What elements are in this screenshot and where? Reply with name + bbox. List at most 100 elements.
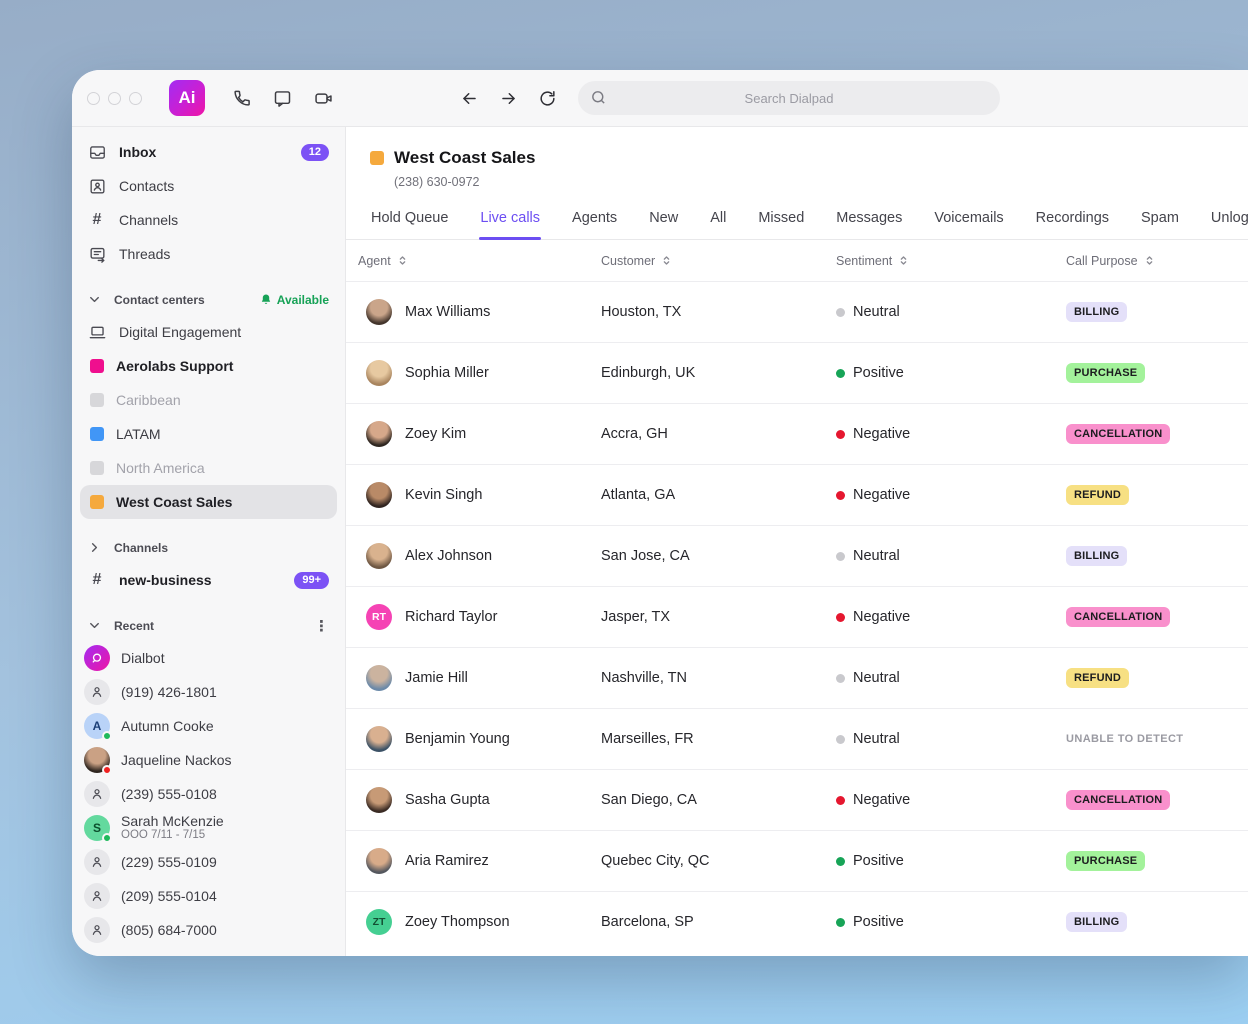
sidebar-item-channels[interactable]: # Channels <box>72 203 345 237</box>
sentiment-label: Negative <box>853 609 911 625</box>
color-square <box>90 393 104 407</box>
tab-all[interactable]: All <box>709 204 727 239</box>
global-search[interactable] <box>578 81 1000 115</box>
tab-live-calls[interactable]: Live calls <box>479 204 541 240</box>
sidebar-item-channel-new-business[interactable]: # new-business 99+ <box>72 563 345 597</box>
sort-icon[interactable] <box>897 254 910 267</box>
window-control-minimize[interactable] <box>108 91 121 105</box>
tab-voicemails[interactable]: Voicemails <box>933 204 1004 239</box>
agent-avatar <box>366 787 392 813</box>
recent-list-item[interactable]: A Autumn Cooke <box>72 709 345 743</box>
agent-name: Richard Taylor <box>405 609 498 625</box>
sort-icon[interactable] <box>396 254 409 267</box>
table-row[interactable]: Max Williams Houston, TX Neutral BILLING <box>346 281 1248 342</box>
sidebar-item-contacts[interactable]: Contacts <box>72 169 345 203</box>
sentiment-dot <box>836 795 845 805</box>
contact-centers-header[interactable]: Contact centers Available <box>72 285 345 315</box>
refresh-icon[interactable] <box>538 89 557 108</box>
forward-arrow-icon[interactable] <box>499 89 518 108</box>
sentiment-dot <box>836 368 845 378</box>
table-row[interactable]: ZT Zoey Thompson Barcelona, SP Positive … <box>346 891 1248 952</box>
contact-centers-list: Digital Engagement Aerolabs Support Cari… <box>72 315 345 519</box>
chevron-down-icon[interactable] <box>87 292 103 308</box>
person-icon <box>84 917 110 943</box>
column-header-agent[interactable]: Agent <box>358 254 601 268</box>
phone-icon[interactable] <box>231 88 252 109</box>
table-row[interactable]: Alex Johnson San Jose, CA Neutral BILLIN… <box>346 525 1248 586</box>
chevron-right-icon[interactable] <box>87 540 103 556</box>
table-row[interactable]: Sophia Miller Edinburgh, UK Positive PUR… <box>346 342 1248 403</box>
unread-count-badge: 12 <box>300 143 329 161</box>
column-header-call-purpose[interactable]: Call Purpose <box>1066 254 1248 268</box>
table-row[interactable]: Jamie Hill Nashville, TN Neutral REFUND <box>346 647 1248 708</box>
customer-location: Accra, GH <box>601 426 668 442</box>
agent-avatar <box>366 360 392 386</box>
search-input[interactable] <box>578 81 1000 115</box>
table-row[interactable]: Sasha Gupta San Diego, CA Negative CANCE… <box>346 769 1248 830</box>
tab-new[interactable]: New <box>648 204 679 239</box>
recent-list-item[interactable]: (229) 555-0109 <box>72 845 345 879</box>
sort-icon[interactable] <box>1143 254 1156 267</box>
presence-dot <box>102 833 112 843</box>
sidebar-item-selected-west-coast-sales[interactable]: West Coast Sales <box>80 485 337 519</box>
recent-header[interactable]: Recent ⋮ <box>72 611 345 641</box>
recent-list-item[interactable]: (209) 555-0104 <box>72 879 345 913</box>
window-control-close[interactable] <box>87 91 100 105</box>
tab-messages[interactable]: Messages <box>835 204 903 239</box>
tab-recordings[interactable]: Recordings <box>1035 204 1110 239</box>
agent-name: Sasha Gupta <box>405 792 490 808</box>
sentiment-dot <box>836 490 845 500</box>
sidebar-item-inbox[interactable]: Inbox 12 <box>72 135 345 169</box>
sidebar-item-contact-center[interactable]: Digital Engagement <box>72 315 345 349</box>
sidebar-item-contact-center[interactable]: Caribbean <box>72 383 345 417</box>
table-row[interactable]: Kevin Singh Atlanta, GA Negative REFUND <box>346 464 1248 525</box>
presence-dot <box>102 731 112 741</box>
recent-list-item[interactable]: (239) 555-0108 <box>72 777 345 811</box>
video-icon[interactable] <box>313 88 334 109</box>
sentiment-label: Neutral <box>853 548 900 564</box>
page-title: West Coast Sales <box>394 148 536 167</box>
recent-list-item[interactable]: Dialbot <box>72 641 345 675</box>
call-purpose-badge: CANCELLATION <box>1066 424 1171 444</box>
tab-hold-queue[interactable]: Hold Queue <box>370 204 449 239</box>
tab-agents[interactable]: Agents <box>571 204 618 239</box>
table-row[interactable]: Zoey Kim Accra, GH Negative CANCELLATION <box>346 403 1248 464</box>
kebab-menu-icon[interactable]: ⋮ <box>314 617 329 635</box>
availability-status[interactable]: Available <box>277 293 329 307</box>
window-controls[interactable] <box>87 91 142 105</box>
sidebar-item-threads[interactable]: Threads <box>72 237 345 271</box>
contact-center-label: Caribbean <box>116 392 181 408</box>
tab-unlogged[interactable]: Unlogged <box>1210 204 1248 239</box>
call-purpose-badge: CANCELLATION <box>1066 790 1171 810</box>
chat-icon[interactable] <box>272 88 293 109</box>
tab-spam[interactable]: Spam <box>1140 204 1180 239</box>
sidebar-item-contact-center[interactable]: Aerolabs Support <box>72 349 345 383</box>
recent-list-item[interactable]: (805) 684-7000 <box>72 913 345 947</box>
sidebar-item-contact-center[interactable]: LATAM <box>72 417 345 451</box>
sort-icon[interactable] <box>660 254 673 267</box>
table-row[interactable]: Benjamin Young Marseilles, FR Neutral UN… <box>346 708 1248 769</box>
agent-name: Jamie Hill <box>405 670 468 686</box>
window-control-zoom[interactable] <box>129 91 142 105</box>
sidebar-item-contact-center[interactable]: North America <box>72 451 345 485</box>
recent-list-item[interactable]: Jaqueline Nackos <box>72 743 345 777</box>
back-arrow-icon[interactable] <box>460 89 479 108</box>
channels-header[interactable]: Channels <box>72 533 345 563</box>
unread-count-badge: 99+ <box>294 571 329 589</box>
color-square <box>90 427 104 441</box>
column-header-sentiment[interactable]: Sentiment <box>836 254 1066 268</box>
customer-location: San Jose, CA <box>601 548 690 564</box>
presence-dot <box>102 765 112 775</box>
recent-list-item[interactable]: (919) 426-1801 <box>72 675 345 709</box>
customer-location: Barcelona, SP <box>601 914 694 930</box>
chevron-down-icon[interactable] <box>87 618 103 634</box>
column-header-customer[interactable]: Customer <box>601 254 836 268</box>
recent-list-item[interactable]: S Sarah McKenzie OOO 7/11 - 7/15 <box>72 811 345 845</box>
tab-missed[interactable]: Missed <box>757 204 805 239</box>
customer-location: Marseilles, FR <box>601 731 694 747</box>
table-row[interactable]: RT Richard Taylor Jasper, TX Negative CA… <box>346 586 1248 647</box>
table-row[interactable]: Aria Ramirez Quebec City, QC Positive PU… <box>346 830 1248 891</box>
agent-avatar <box>366 299 392 325</box>
agent-avatar: ZT <box>366 909 392 935</box>
recent-item-label: (209) 555-0104 <box>121 887 217 904</box>
